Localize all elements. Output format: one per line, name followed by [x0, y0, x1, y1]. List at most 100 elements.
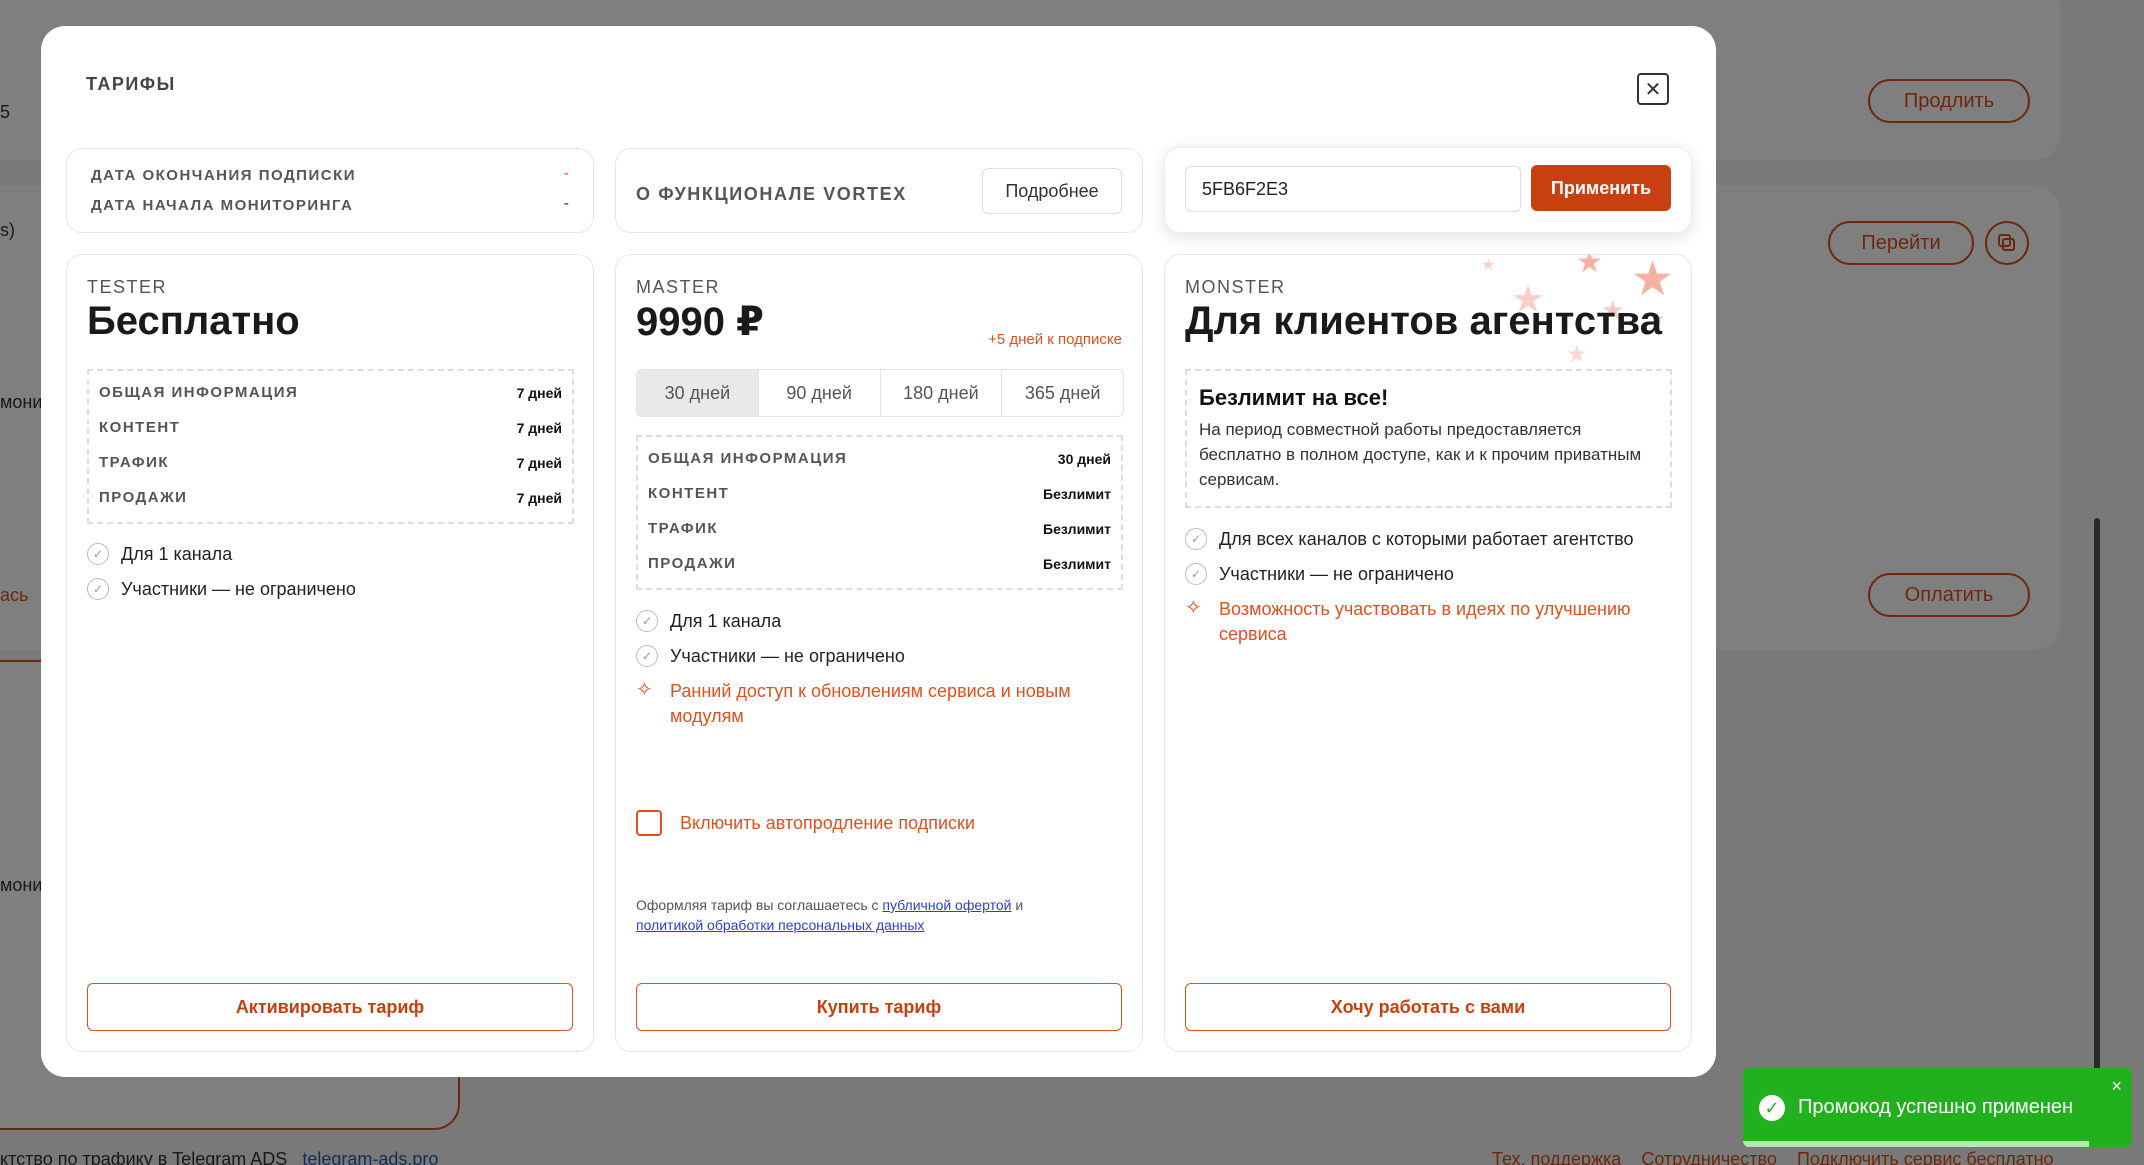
plan-label: MASTER — [636, 277, 721, 297]
limit-row: КОНТЕНТ Безлимит — [648, 476, 1111, 511]
limit-value: Безлимит — [1043, 485, 1111, 502]
autorenew-checkbox[interactable] — [636, 810, 662, 836]
feature-text: Ранний доступ к обновлениям сервиса и но… — [670, 681, 1071, 701]
subscription-end-value: - — [563, 165, 569, 182]
limit-key: ПРОДАЖИ — [648, 555, 737, 572]
limit-key: КОНТЕНТ — [648, 485, 730, 502]
buy-plan-button[interactable]: Купить тариф — [636, 983, 1122, 1031]
sparkle-icon: ✧ — [1185, 597, 1202, 619]
feature-text: Участники — не ограничено — [1219, 564, 1454, 584]
autorenew-option[interactable]: Включить автопродление подписки — [636, 810, 975, 836]
bonus-days: +5 дней к подписке — [988, 331, 1122, 348]
limit-value: Безлимит — [1043, 555, 1111, 572]
toast-progress — [1743, 1141, 2090, 1147]
limit-row: ОБЩАЯ ИНФОРМАЦИЯ 30 дней — [648, 441, 1111, 476]
plan-feature: ✓ Участники — не ограничено — [1185, 562, 1454, 587]
plan-price: Бесплатно — [87, 299, 300, 343]
limit-key: КОНТЕНТ — [99, 419, 181, 436]
autorenew-label[interactable]: Включить автопродление подписки — [680, 813, 975, 834]
monitoring-start-label: ДАТА НАЧАЛА МОНИТОРИНГА — [91, 197, 354, 214]
apply-button[interactable]: Применить — [1531, 165, 1671, 211]
activate-plan-button[interactable]: Активировать тариф — [87, 983, 573, 1031]
work-with-us-button[interactable]: Хочу работать с вами — [1185, 983, 1671, 1031]
period-option-180[interactable]: 180 дней — [881, 370, 1003, 416]
unlimited-text: На период совместной работы предоставляе… — [1199, 420, 1642, 489]
limit-row: КОНТЕНТ 7 дней — [99, 410, 562, 445]
plan-limits: ОБЩАЯ ИНФОРМАЦИЯ 30 дней КОНТЕНТ Безлимит … — [636, 435, 1123, 590]
plan-feature: ✓ Для всех каналов с которыми работает аг… — [1185, 527, 1634, 552]
limit-key: ПРОДАЖИ — [99, 489, 188, 506]
limit-key: ОБЩАЯ ИНФОРМАЦИЯ — [99, 384, 299, 401]
subscription-end-label: ДАТА ОКОНЧАНИЯ ПОДПИСКИ — [91, 167, 357, 184]
plan-extra-feature: ✧ Ранний доступ к обновлениям сервиса и н… — [636, 679, 1071, 729]
plan-card-master: MASTER 9990 ₽ +5 дней к подписке 30 дней… — [615, 254, 1143, 1052]
plan-price: Для клиентов агентства — [1185, 299, 1662, 343]
star-icon: ★ — [1566, 341, 1588, 368]
modal-title: ТАРИФЫ — [86, 74, 176, 94]
plan-limits: ОБЩАЯ ИНФОРМАЦИЯ 7 дней КОНТЕНТ 7 дней ТРА… — [87, 369, 574, 524]
limit-row: ПРОДАЖИ Безлимит — [648, 546, 1111, 581]
plan-feature: ✓ Для 1 канала — [636, 609, 781, 634]
check-circle-icon: ✓ — [636, 645, 658, 667]
period-option-30[interactable]: 30 дней — [637, 370, 759, 416]
star-icon: ★ — [1576, 255, 1603, 279]
limit-row: ПРОДАЖИ 7 дней — [99, 480, 562, 515]
privacy-policy-link[interactable]: политикой обработки персональных данных — [636, 917, 924, 933]
success-toast: ✓ Промокод успешно применен × — [1743, 1068, 2132, 1147]
more-button[interactable]: Подробнее — [982, 168, 1122, 214]
check-circle-icon: ✓ — [636, 610, 658, 632]
limit-value: 7 дней — [516, 384, 562, 401]
unlimited-box: Безлимит на все! На период совместной ра… — [1185, 369, 1672, 508]
limit-value: 7 дней — [516, 419, 562, 436]
limit-row: ТРАФИК Безлимит — [648, 511, 1111, 546]
promo-code-input[interactable] — [1185, 166, 1521, 212]
limit-value: 7 дней — [516, 454, 562, 471]
plan-feature: ✓ Участники — не ограничено — [87, 577, 356, 602]
unlimited-title: Безлимит на все! — [1199, 385, 1389, 410]
limit-value: 30 дней — [1057, 450, 1111, 467]
limit-row: ОБЩАЯ ИНФОРМАЦИЯ 7 дней — [99, 375, 562, 410]
period-option-90[interactable]: 90 дней — [759, 370, 881, 416]
plan-price: 9990 ₽ — [636, 300, 764, 344]
features-box: О ФУНКЦИОНАЛЕ VORTEX Подробнее — [615, 148, 1143, 233]
close-icon[interactable]: ✕ — [1637, 73, 1669, 105]
plan-extra-feature: ✧ Возможность участвовать в идеях по улуч… — [1185, 597, 1631, 647]
terms-text: Оформляя тариф вы соглашаетесь с публичн… — [636, 895, 1116, 935]
features-title: О ФУНКЦИОНАЛЕ VORTEX — [636, 184, 907, 204]
toast-message: Промокод успешно применен — [1798, 1096, 2074, 1118]
limit-value: Безлимит — [1043, 520, 1111, 537]
limit-key: ОБЩАЯ ИНФОРМАЦИЯ — [648, 450, 848, 467]
check-circle-icon: ✓ — [1185, 563, 1207, 585]
limit-row: ТРАФИК 7 дней — [99, 445, 562, 480]
feature-text: Возможность участвовать в идеях по улучш… — [1219, 599, 1631, 619]
feature-text: Для 1 канала — [121, 544, 233, 564]
check-circle-icon: ✓ — [1185, 528, 1207, 550]
limit-key: ТРАФИК — [648, 520, 719, 537]
feature-text: Участники — не ограничено — [121, 579, 356, 599]
plan-feature: ✓ Для 1 канала — [87, 542, 232, 567]
plan-label: TESTER — [87, 277, 168, 297]
check-circle-icon: ✓ — [87, 543, 109, 565]
monitoring-start-value: - — [563, 195, 569, 212]
plan-card-tester: TESTER Бесплатно ОБЩАЯ ИНФОРМАЦИЯ 7 дней … — [66, 254, 594, 1052]
feature-text: сервиса — [1219, 624, 1287, 644]
limit-key: ТРАФИК — [99, 454, 170, 471]
period-option-365[interactable]: 365 дней — [1002, 370, 1123, 416]
star-icon: ★ — [1481, 257, 1496, 274]
plan-label: MONSTER — [1185, 277, 1286, 297]
toast-close-icon[interactable]: × — [2111, 1076, 2122, 1097]
subscription-info: ДАТА ОКОНЧАНИЯ ПОДПИСКИ - ДАТА НАЧАЛА МО… — [66, 148, 594, 233]
public-offer-link[interactable]: публичной офертой — [882, 897, 1011, 913]
feature-text: модулям — [670, 706, 744, 726]
feature-text: Участники — не ограничено — [670, 646, 905, 666]
plan-card-monster: ★ ★ ★ ★ ★ ★ ★ MONSTER Для клиентов агент… — [1164, 254, 1692, 1052]
feature-text: Для всех каналов с которыми работает аге… — [1219, 529, 1634, 549]
promo-box: Применить — [1164, 147, 1692, 233]
sparkle-icon: ✧ — [636, 679, 653, 701]
check-circle-icon: ✓ — [87, 578, 109, 600]
check-circle-icon: ✓ — [1759, 1095, 1785, 1121]
terms-prefix: Оформляя тариф вы соглашаетесь с — [636, 897, 883, 913]
tariffs-modal: ТАРИФЫ ✕ ДАТА ОКОНЧАНИЯ ПОДПИСКИ - ДАТА … — [41, 26, 1716, 1077]
plan-feature: ✓ Участники — не ограничено — [636, 644, 905, 669]
feature-text: Для 1 канала — [670, 611, 782, 631]
